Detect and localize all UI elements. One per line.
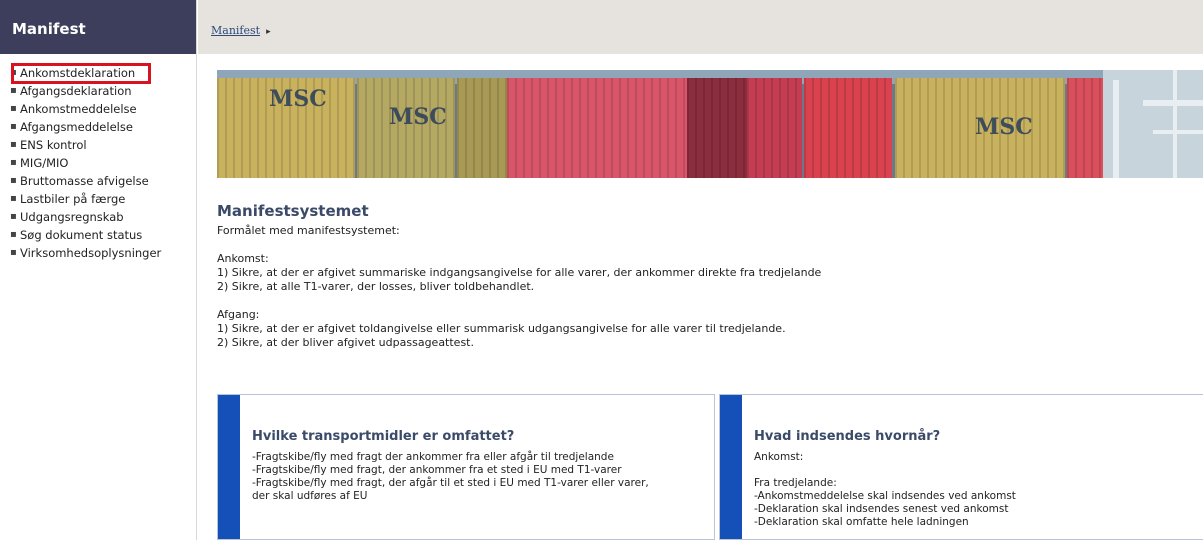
breadcrumb: Manifest ▸ <box>211 24 271 37</box>
container-5 <box>687 78 747 178</box>
sidebar-item-label: Ankomstmeddelelse <box>20 102 137 116</box>
card-body: -Fragtskibe/fly med fragt der ankommer f… <box>252 451 649 503</box>
bullet-icon: ▪ <box>10 85 17 96</box>
bullet-icon: ▪ <box>10 157 17 168</box>
sidebar-item-lastbiler-paa-faerge[interactable]: ▪ Lastbiler på færge <box>8 190 196 208</box>
card-line <box>754 464 1016 477</box>
container-logo: MSC <box>389 104 447 130</box>
container-logo: MSC <box>269 86 327 112</box>
crane-image <box>1103 70 1203 178</box>
sidebar-nav: ▪ Ankomstdeklaration ▪ Afgangsdeklaration … <box>0 54 196 262</box>
bullet-icon: ▪ <box>10 175 17 186</box>
sidebar-item-ens-kontrol[interactable]: ▪ ENS kontrol <box>8 136 196 154</box>
card-stripe <box>720 395 742 539</box>
bullet-icon: ▪ <box>10 193 17 204</box>
sidebar-item-afgangsmeddelelse[interactable]: ▪ Afgangsmeddelelse <box>8 118 196 136</box>
sidebar-item-label: Bruttomasse afvigelse <box>20 174 149 188</box>
card-stripe <box>218 395 240 539</box>
container-7 <box>804 78 892 178</box>
sidebar-item-label: Udgangsregnskab <box>20 210 124 224</box>
sidebar-item-label: Søg dokument status <box>20 228 143 242</box>
sidebar-item-soeg-dokument-status[interactable]: ▪ Søg dokument status <box>8 226 196 244</box>
card-line: -Fragtskibe/fly med fragt, der afgår til… <box>252 477 649 489</box>
sidebar-item-bruttomasse-afvigelse[interactable]: ▪ Bruttomasse afvigelse <box>8 172 196 190</box>
sidebar-item-udgangsregnskab[interactable]: ▪ Udgangsregnskab <box>8 208 196 226</box>
card-hvad-indsendes: Hvad indsendes hvornår? Ankomst: Fra tre… <box>719 394 1203 540</box>
container-6 <box>747 78 802 178</box>
sidebar-item-label: MIG/MIO <box>20 156 69 170</box>
chevron-right-icon: ▸ <box>266 27 271 37</box>
container-logo: MSC <box>975 114 1033 140</box>
departure-point-2: 2) Sikre, at der bliver afgivet udpassag… <box>217 336 474 349</box>
bullet-icon: ▪ <box>10 121 17 132</box>
sidebar-item-mig-mio[interactable]: ▪ MIG/MIO <box>8 154 196 172</box>
card-line: -Fragtskibe/fly med fragt der ankommer f… <box>252 451 614 463</box>
banner-image: MSC MSC MSC <box>217 70 1203 178</box>
sidebar-item-label: Afgangsmeddelelse <box>20 120 133 134</box>
sidebar-item-label: ENS kontrol <box>20 138 87 152</box>
sidebar-title: Manifest <box>0 0 196 54</box>
sidebar-item-virksomhedsoplysninger[interactable]: ▪ Virksomhedsoplysninger <box>8 244 196 262</box>
arrival-point-2: 2) Sikre, at alle T1-varer, der losses, … <box>217 280 535 293</box>
card-line: Fra tredjelande: <box>754 477 837 489</box>
sidebar-item-ankomstmeddelelse[interactable]: ▪ Ankomstmeddelelse <box>8 100 196 118</box>
page-title: Manifestsystemet <box>217 202 369 220</box>
bullet-icon: ▪ <box>10 67 17 78</box>
container-1: MSC <box>217 78 355 178</box>
card-transportmidler: Hvilke transportmidler er omfattet? -Fra… <box>217 394 715 540</box>
sidebar-item-label: Lastbiler på færge <box>20 192 126 206</box>
container-9 <box>1067 78 1107 178</box>
card-title: Hvad indsendes hvornår? <box>754 429 941 444</box>
arrival-point-1: 1) Sikre, at der er afgivet summariske i… <box>217 266 822 279</box>
sidebar-item-afgangsdeklaration[interactable]: ▪ Afgangsdeklaration <box>8 82 196 100</box>
main-content: Manifestsystemet Formålet med manifestsy… <box>217 202 1197 350</box>
card-line: Ankomst: <box>754 451 804 463</box>
card-line: der skal udføres af EU <box>252 490 368 502</box>
departure-point-1: 1) Sikre, at der er afgivet toldangivels… <box>217 322 786 335</box>
card-line: -Deklaration skal omfatte hele ladningen <box>754 516 969 528</box>
card-line: -Ankomstmeddelelse skal indsendes ved an… <box>754 490 1016 502</box>
bullet-icon: ▪ <box>10 229 17 240</box>
bullet-icon: ▪ <box>10 139 17 150</box>
card-line: -Fragtskibe/fly med fragt, der ankommer … <box>252 464 622 476</box>
container-2: MSC <box>357 78 455 178</box>
card-title: Hvilke transportmidler er omfattet? <box>252 429 515 444</box>
container-4 <box>507 78 687 178</box>
sidebar-item-label: Afgangsdeklaration <box>20 84 132 98</box>
bullet-icon: ▪ <box>10 247 17 258</box>
breadcrumb-link-manifest[interactable]: Manifest <box>211 24 260 37</box>
sidebar-item-ankomstdeklaration[interactable]: ▪ Ankomstdeklaration <box>8 64 196 82</box>
card-line: -Deklaration skal indsendes senest ved a… <box>754 503 1009 515</box>
arrival-heading: Ankomst: <box>217 252 269 265</box>
sidebar: Manifest ▪ Ankomstdeklaration ▪ Afgangsdek… <box>0 0 197 540</box>
intro-text: Formålet med manifestsystemet: <box>217 224 400 237</box>
container-8: MSC <box>895 78 1065 178</box>
top-bar: Manifest ▸ <box>198 0 1203 54</box>
bullet-icon: ▪ <box>10 211 17 222</box>
departure-heading: Afgang: <box>217 308 260 321</box>
sidebar-item-label: Virksomhedsoplysninger <box>20 246 162 260</box>
sidebar-item-label: Ankomstdeklaration <box>20 66 136 80</box>
card-body: Ankomst: Fra tredjelande: -Ankomstmeddel… <box>754 451 1016 529</box>
bullet-icon: ▪ <box>10 103 17 114</box>
